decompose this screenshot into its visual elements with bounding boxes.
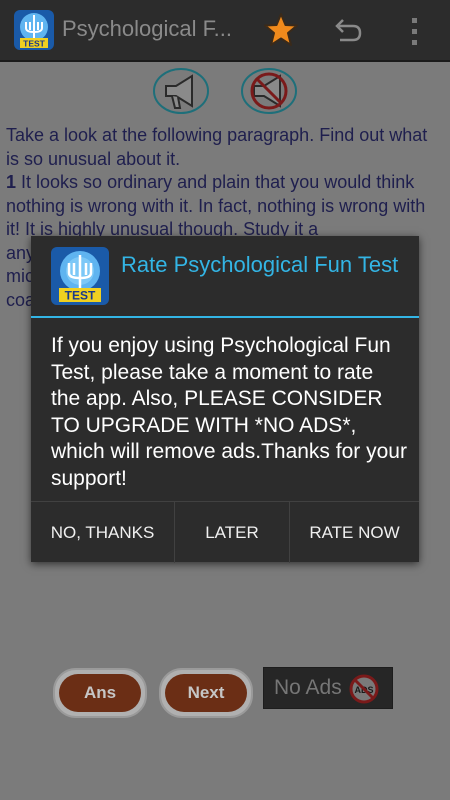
speaker-muted-icon[interactable] (240, 66, 298, 116)
dialog-title: Rate Psychological Fun Test (121, 252, 399, 277)
next-button[interactable]: Next (159, 668, 253, 718)
action-bar: TEST Psychological F... (0, 0, 450, 62)
paragraph-line-mic: mic (6, 266, 34, 286)
dialog-app-icon: TEST (51, 247, 109, 305)
answer-button[interactable]: Ans (53, 668, 147, 718)
app-title: Psychological F... (62, 16, 232, 41)
overflow-menu-icon[interactable] (404, 14, 424, 48)
later-button[interactable]: LATER (175, 502, 289, 563)
dialog-title-divider (31, 316, 419, 318)
no-ads-button[interactable]: No Ads ADS (263, 667, 393, 709)
paragraph-intro: Take a look at the following paragraph. … (6, 125, 428, 169)
answer-button-label: Ans (59, 674, 141, 712)
no-ads-icon: ADS (348, 674, 380, 704)
undo-icon[interactable] (330, 14, 364, 48)
rate-now-button[interactable]: RATE NOW (290, 502, 419, 563)
paragraph-body: It looks so ordinary and plain that you … (6, 172, 426, 239)
no-thanks-button[interactable]: NO, THANKS (31, 502, 174, 563)
paragraph-number: 1 (6, 172, 17, 192)
star-icon[interactable] (262, 12, 300, 48)
dialog-button-bar: NO, THANKS LATER RATE NOW (31, 501, 419, 563)
app-icon-text: TEST (23, 39, 46, 49)
speaker-icon[interactable] (152, 66, 210, 116)
dialog-icon-text: TEST (65, 289, 96, 303)
next-button-label: Next (165, 674, 247, 712)
app-icon[interactable]: TEST (14, 10, 54, 50)
rate-dialog: TEST Rate Psychological Fun Test If you … (31, 236, 419, 563)
no-ads-label: No Ads (274, 676, 342, 699)
dialog-message: If you enjoy using Psychological Fun Tes… (51, 334, 407, 490)
